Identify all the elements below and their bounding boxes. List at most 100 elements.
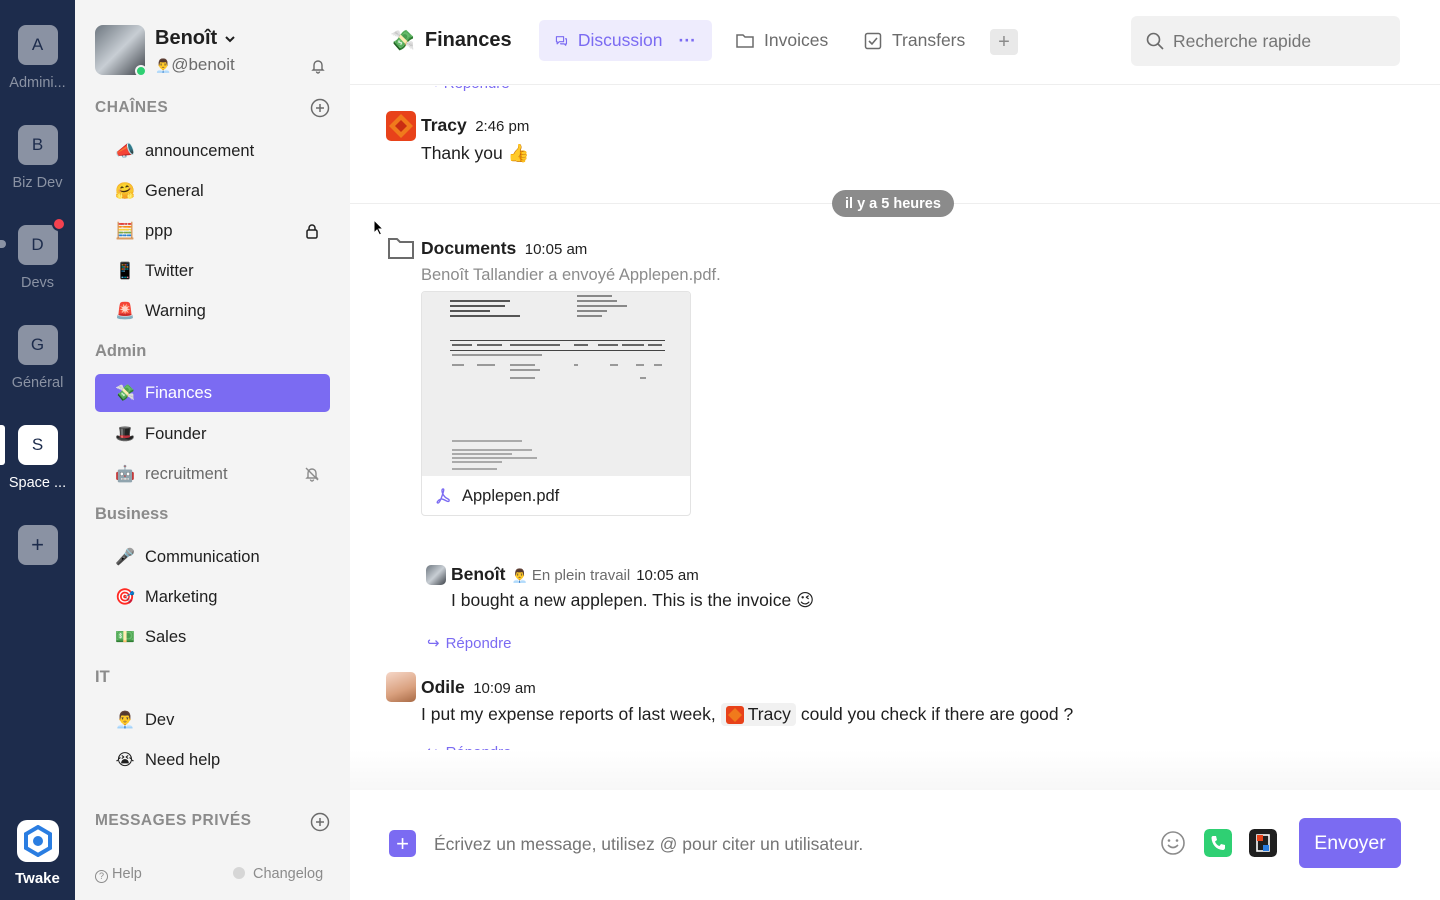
user-name: Benoît [155,27,218,49]
channel-general[interactable]: 🤗 General [95,172,330,210]
send-button[interactable]: Envoyer [1299,818,1401,868]
workspace-label: Général [11,375,64,391]
emoji-icon[interactable] [1159,829,1187,857]
add-channel-icon[interactable] [310,98,330,118]
notification-badge [51,217,66,231]
channel-emoji: 🎯 [115,589,135,606]
message-list[interactable]: ↪ Répondre Tracy 2:46 pm Thank you 👍 il … [350,86,1440,756]
add-attachment-button[interactable]: + [389,830,416,857]
workspace-avatar: S [17,425,58,465]
channel-label: Twitter [145,261,194,280]
user-mention[interactable]: Tracy [720,703,796,726]
message-header: Benoît 👨‍💼 En plein travail 10:05 am [451,564,699,585]
channel-emoji: 😭 [115,752,135,769]
workspace-bizdev[interactable]: B Biz Dev [0,125,75,191]
bell-icon[interactable] [310,58,326,74]
file-name: Applepen.pdf [462,486,560,505]
channel-marketing[interactable]: 🎯 Marketing [95,578,330,616]
add-private-message-icon[interactable] [310,812,330,832]
message-author[interactable]: Benoît [451,564,505,585]
mouse-cursor-icon [373,219,385,236]
group-title-business: Business [95,505,169,523]
channel-sales[interactable]: 💵 Sales [95,618,330,656]
avatar[interactable] [386,111,416,141]
workspace-avatar: B [17,125,58,165]
channel-communication[interactable]: 🎤 Communication [95,538,330,576]
chevron-down-icon [225,35,235,42]
channel-need-help[interactable]: 😭 Need help [95,741,330,779]
message-input[interactable] [434,830,1134,858]
tab-transfers[interactable]: Transfers [848,20,981,61]
channel-emoji: 🎤 [115,549,135,566]
plus-icon: + [17,525,58,565]
channel-label: ppp [145,221,173,240]
brand-name: Twake [15,870,60,887]
channel-ppp[interactable]: 🧮 ppp [95,212,330,250]
message-author[interactable]: Tracy [421,115,467,135]
changelog-label: Changelog [253,866,324,882]
bell-off-icon [305,467,319,482]
channel-dev[interactable]: 👨‍💼 Dev [95,701,330,739]
reply-link[interactable]: ↪ Répondre [427,634,511,653]
message-text-part: could you check if there are good ? [800,704,1074,724]
changelog-dot-icon [233,867,245,879]
folder-icon [736,33,754,48]
channel-label: Warning [145,301,206,320]
channel-emoji: 💵 [115,629,135,646]
message-text: Thank you 👍 [421,143,530,163]
channel-recruitment[interactable]: 🤖 recruitment [95,455,330,493]
message-text-part: I put my expense reports of last week, [421,704,716,724]
channel-emoji: 🚨 [115,303,135,320]
search-input[interactable] [1173,30,1373,52]
tab-discussion[interactable]: Discussion ··· [539,20,712,61]
channel-title: 💸 Finances [390,28,512,53]
channel-warning[interactable]: 🚨 Warning [95,292,330,330]
checkbox-icon [864,32,882,49]
phone-icon[interactable] [1204,829,1232,857]
channel-announcement[interactable]: 📣 announcement [95,132,330,170]
workspace-label: Biz Dev [12,175,63,191]
quick-search[interactable] [1131,16,1400,66]
document-app-icon[interactable] [1249,829,1277,857]
channel-label: recruitment [145,464,228,483]
workspace-label: Admini... [9,75,66,91]
channel-label: Founder [145,424,207,443]
help-link[interactable]: ? Help [95,866,142,883]
tab-label: Invoices [764,30,829,50]
workspace-general[interactable]: G Général [0,325,75,391]
workspace-space[interactable]: S Space ... [0,425,75,491]
message-author[interactable]: Odile [421,677,465,697]
status-emoji: 👨‍💼 [155,58,172,73]
user-status: 👨‍💼 En plein travail [511,567,630,584]
more-icon[interactable]: ··· [679,30,696,51]
message-time: 10:05 am [636,567,699,584]
twake-logo-icon[interactable] [17,820,59,862]
folder-icon [388,238,414,259]
channel-founder[interactable]: 🎩 Founder [95,415,330,453]
add-workspace-button[interactable]: + [0,525,75,565]
channel-label: announcement [145,141,255,160]
channel-emoji: 🤗 [115,183,135,200]
changelog-link[interactable]: Changelog [233,866,323,882]
reply-link[interactable]: ↪ Répondre [427,86,510,92]
channel-twitter[interactable]: 📱 Twitter [95,252,330,290]
workspace-devs[interactable]: D Devs [0,217,75,291]
tab-invoices[interactable]: Invoices [720,20,844,61]
message-header: Documents 10:05 am [421,238,587,259]
avatar[interactable] [426,565,446,585]
user-handle: 👨‍💼@benoit [155,55,235,75]
tab-label: Transfers [892,30,966,50]
message-author[interactable]: Documents [421,238,516,258]
file-name-row: Applepen.pdf [422,476,690,515]
add-tab-button[interactable]: + [990,29,1018,55]
user-menu[interactable]: Benoît [155,27,237,50]
channel-finances[interactable]: 💸 Finances [95,374,330,412]
channel-emoji: 🤖 [115,466,135,483]
workspace-admin[interactable]: A Admini... [0,25,75,91]
avatar[interactable] [386,672,416,702]
channel-emoji: 💸 [115,385,135,402]
file-attachment[interactable]: Applepen.pdf [421,291,691,516]
composer-divider [350,750,1440,790]
handle-text: @benoit [171,55,235,74]
section-title-private: MESSAGES PRIVÉS [95,812,252,829]
